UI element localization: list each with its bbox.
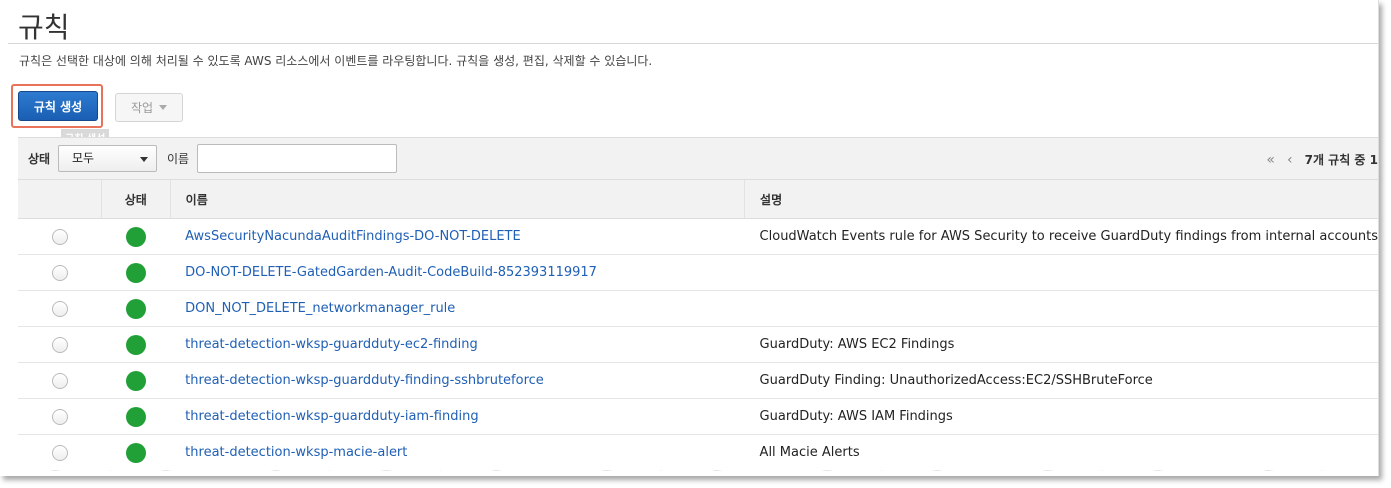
first-page-icon[interactable]: « bbox=[1266, 152, 1275, 168]
page-description: 규칙은 선택한 대상에 의해 처리될 수 있도록 AWS 리소스에서 이벤트를 … bbox=[19, 54, 653, 68]
description-column-header[interactable]: 설명 bbox=[744, 179, 1378, 219]
status-filter-label: 상태 bbox=[28, 152, 51, 166]
row-select-radio[interactable] bbox=[51, 336, 68, 353]
status-enabled-icon bbox=[125, 226, 146, 247]
rule-description: GuardDuty: AWS IAM Findings bbox=[744, 398, 1378, 435]
page-title: 규칙 bbox=[18, 11, 70, 44]
pagination: « ‹ 7개 규칙 중 1 bbox=[1266, 151, 1378, 168]
rule-name-link[interactable]: DO-NOT-DELETE-GatedGarden-Audit-CodeBuil… bbox=[185, 265, 597, 280]
row-select-radio[interactable] bbox=[51, 228, 68, 245]
create-rule-label: 규칙 생성 bbox=[33, 99, 83, 114]
rule-description bbox=[744, 290, 1378, 327]
name-filter-label: 이름 bbox=[167, 152, 190, 166]
name-column-header[interactable]: 이름 bbox=[169, 179, 745, 219]
row-select-radio[interactable] bbox=[51, 264, 68, 281]
rule-description bbox=[744, 254, 1378, 291]
rule-description: GuardDuty: AWS EC2 Findings bbox=[744, 326, 1378, 363]
status-enabled-icon bbox=[125, 298, 146, 319]
table-row[interactable]: threat-detection-wksp-macie-alert All Ma… bbox=[18, 434, 1378, 471]
rule-count: 7개 규칙 중 1 bbox=[1304, 153, 1378, 167]
table-row[interactable]: threat-detection-wksp-guardduty-finding-… bbox=[18, 362, 1378, 399]
rule-description: All Macie Alerts bbox=[744, 434, 1378, 471]
chevron-down-icon bbox=[159, 105, 168, 110]
actions-label: 작업 bbox=[130, 101, 154, 115]
actions-dropdown-button[interactable]: 작업 bbox=[115, 93, 183, 122]
title-divider bbox=[8, 43, 1378, 44]
table-row[interactable]: DON_NOT_DELETE_networkmanager_rule bbox=[18, 290, 1378, 327]
prev-page-icon[interactable]: ‹ bbox=[1287, 152, 1293, 168]
row-select-radio[interactable] bbox=[51, 408, 68, 425]
status-enabled-icon bbox=[125, 406, 146, 427]
rules-table: 상태 이름 설명 AwsSecurityNacundaAuditFindings… bbox=[18, 179, 1378, 471]
table-row[interactable]: threat-detection-wksp-guardduty-iam-find… bbox=[18, 398, 1378, 435]
status-enabled-icon bbox=[125, 334, 146, 355]
filter-toolbar: 상태 모두 이름 « ‹ 7개 규칙 중 1 bbox=[18, 137, 1378, 180]
rule-name-link[interactable]: threat-detection-wksp-macie-alert bbox=[185, 445, 407, 460]
row-select-radio[interactable] bbox=[51, 372, 68, 389]
table-row[interactable]: threat-detection-wksp-guardduty-ec2-find… bbox=[18, 326, 1378, 363]
rule-name-link[interactable]: threat-detection-wksp-guardduty-ec2-find… bbox=[185, 337, 478, 352]
status-filter-value: 모두 bbox=[72, 151, 95, 165]
status-filter-select[interactable]: 모두 bbox=[58, 145, 157, 172]
row-select-radio[interactable] bbox=[51, 444, 68, 461]
name-filter-input[interactable] bbox=[197, 144, 397, 173]
rule-name-link[interactable]: threat-detection-wksp-guardduty-iam-find… bbox=[185, 409, 478, 424]
rules-panel: 규칙 규칙은 선택한 대상에 의해 처리될 수 있도록 AWS 리소스에서 이벤… bbox=[0, 0, 1379, 476]
status-enabled-icon bbox=[125, 262, 146, 283]
select-column-header bbox=[18, 179, 102, 219]
status-enabled-icon bbox=[125, 442, 146, 463]
table-header-row: 상태 이름 설명 bbox=[18, 179, 1378, 219]
chevron-down-icon bbox=[140, 157, 148, 162]
table-row[interactable]: AwsSecurityNacundaAuditFindings-DO-NOT-D… bbox=[18, 218, 1378, 255]
rule-description: CloudWatch Events rule for AWS Security … bbox=[744, 218, 1378, 255]
status-column-header[interactable]: 상태 bbox=[100, 179, 171, 219]
table-row[interactable]: DO-NOT-DELETE-GatedGarden-Audit-CodeBuil… bbox=[18, 254, 1378, 291]
rule-name-link[interactable]: threat-detection-wksp-guardduty-finding-… bbox=[185, 373, 544, 388]
create-rule-button[interactable]: 규칙 생성 bbox=[18, 91, 98, 121]
row-select-radio[interactable] bbox=[51, 300, 68, 317]
rule-name-link[interactable]: DON_NOT_DELETE_networkmanager_rule bbox=[185, 301, 455, 316]
rule-description: GuardDuty Finding: UnauthorizedAccess:EC… bbox=[744, 362, 1378, 399]
rule-name-link[interactable]: AwsSecurityNacundaAuditFindings-DO-NOT-D… bbox=[185, 229, 521, 244]
status-enabled-icon bbox=[125, 370, 146, 391]
